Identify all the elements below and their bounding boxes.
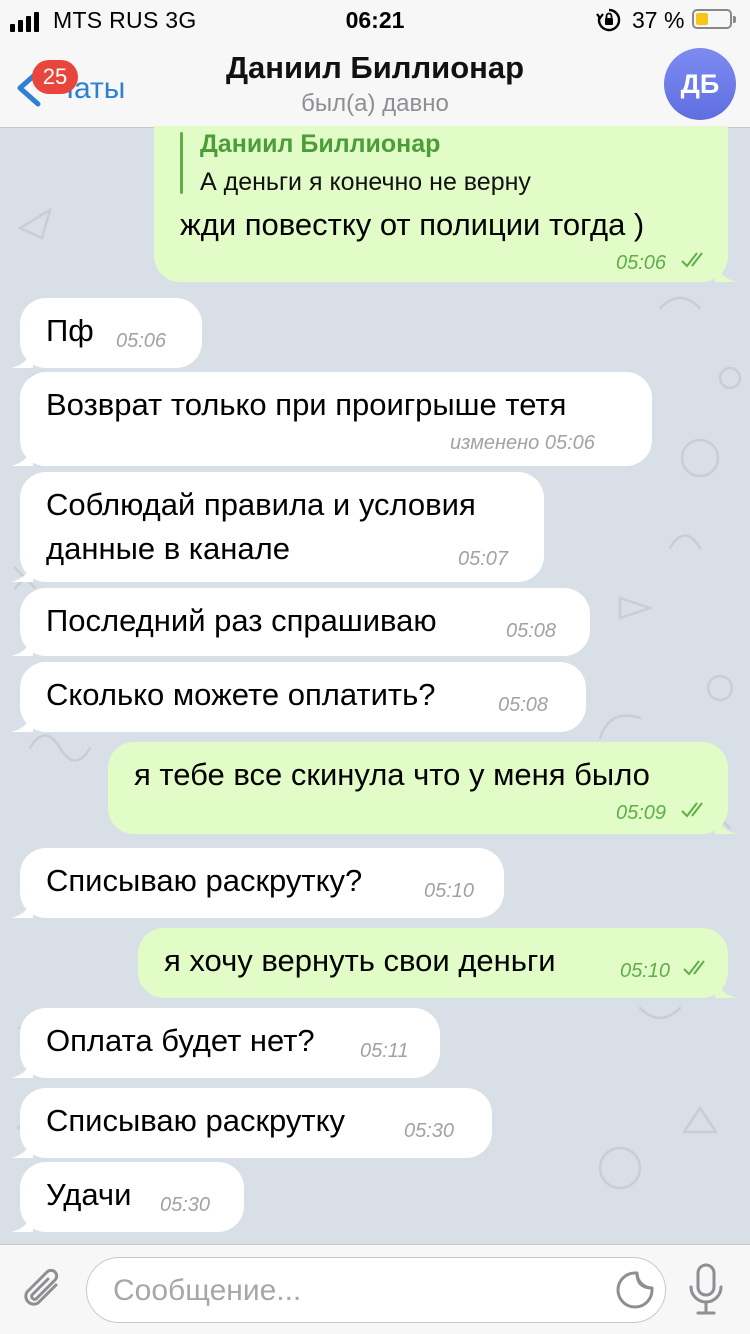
battery-percent: 37 % — [632, 7, 685, 33]
message-time: 05:08 — [506, 620, 557, 642]
bubble-tail — [715, 260, 737, 282]
chat-title[interactable]: Даниил Биллионар — [0, 50, 750, 86]
bubble-tail — [11, 444, 33, 466]
message-bubble-incoming[interactable]: Пф 05:06 — [11, 298, 202, 368]
message-text: я тебе все скинула что у меня было — [134, 757, 650, 792]
paperclip-icon[interactable] — [20, 1267, 66, 1317]
message-input-bar — [0, 1244, 750, 1334]
message-time: 05:08 — [498, 694, 549, 716]
message-field[interactable] — [86, 1257, 666, 1323]
message-bubble-incoming[interactable]: Оплата будет нет? 05:11 — [11, 1008, 440, 1078]
bubble-tail — [11, 710, 33, 732]
message-bubble-incoming[interactable]: Последний раз спрашиваю 05:08 — [11, 588, 590, 656]
message-time: 05:11 — [360, 1040, 409, 1062]
avatar[interactable]: ДБ — [664, 48, 736, 120]
last-seen-status: был(а) давно — [301, 90, 449, 117]
message-time: 05:07 — [458, 548, 509, 570]
message-time: 05:06 — [616, 252, 667, 274]
message-text-line-2: данные в канале — [46, 531, 290, 566]
message-text: Списываю раскрутку? — [46, 863, 363, 898]
message-bubble-incoming[interactable]: Соблюдай правила и условия данные в кана… — [11, 472, 544, 582]
message-bubble-incoming[interactable]: Возврат только при проигрыше тетя измене… — [11, 372, 652, 466]
battery-icon — [692, 9, 736, 29]
bubble-tail — [11, 896, 33, 918]
message-bubble-incoming[interactable]: Списываю раскрутку? 05:10 — [11, 848, 504, 918]
chat-header: Чаты 25 Даниил Биллионар был(а) давно ДБ — [0, 40, 750, 128]
message-text: Пф — [46, 313, 94, 348]
message-bubble-outgoing[interactable]: я хочу вернуть свои деньги 05:10 — [138, 928, 737, 998]
message-input[interactable] — [111, 1268, 595, 1314]
message-time: 05:06 — [116, 330, 167, 352]
message-text-line-1: Соблюдай правила и условия — [46, 487, 476, 522]
message-bubble-incoming[interactable]: Списываю раскрутку 05:30 — [11, 1088, 492, 1158]
bubble-tail — [11, 560, 33, 582]
message-text: Оплата будет нет? — [46, 1023, 315, 1058]
double-check-icon — [681, 252, 703, 268]
message-bubble-outgoing[interactable]: Даниил Биллионар А деньги я конечно не в… — [154, 126, 737, 282]
reply-author: Даниил Биллионар — [200, 130, 441, 158]
message-text: Удачи — [46, 1177, 132, 1212]
message-time: 05:10 — [424, 880, 475, 902]
orientation-lock-icon — [596, 8, 621, 32]
message-text: Списываю раскрутку — [46, 1103, 346, 1138]
message-text: Возврат только при проигрыше тетя — [46, 387, 567, 422]
bubble-tail — [11, 346, 33, 368]
reply-quote-bar — [180, 132, 183, 194]
reply-text: А деньги я конечно не верну — [200, 168, 531, 196]
message-text: Последний раз спрашиваю — [46, 603, 437, 638]
message-time: 05:30 — [160, 1194, 211, 1216]
message-bubble-outgoing[interactable]: я тебе все скинула что у меня было 05:09 — [108, 742, 737, 834]
double-check-icon — [683, 960, 705, 976]
bubble-tail — [11, 1056, 33, 1078]
sticker-icon[interactable] — [615, 1270, 655, 1310]
message-time: изменено 05:06 — [450, 432, 595, 454]
bubble-tail — [11, 634, 33, 656]
microphone-icon[interactable] — [686, 1263, 726, 1319]
message-text: Сколько можете оплатить? — [46, 677, 436, 712]
double-check-icon — [681, 802, 703, 818]
message-text: я хочу вернуть свои деньги — [164, 943, 556, 978]
message-bubble-incoming[interactable]: Удачи 05:30 — [11, 1162, 244, 1232]
message-bubble-incoming[interactable]: Сколько можете оплатить? 05:08 — [11, 662, 586, 732]
message-time: 05:30 — [404, 1120, 455, 1142]
bubble-tail — [715, 976, 737, 998]
message-time: 05:09 — [616, 802, 667, 824]
bubble-tail — [11, 1210, 33, 1232]
message-time: 05:10 — [620, 960, 671, 982]
status-bar: MTS RUS 3G 06:21 37 % — [0, 0, 750, 40]
bubble-tail — [715, 812, 737, 834]
message-text: жди повестку от полиции тогда ) — [180, 207, 645, 242]
bubble-tail — [11, 1136, 33, 1158]
